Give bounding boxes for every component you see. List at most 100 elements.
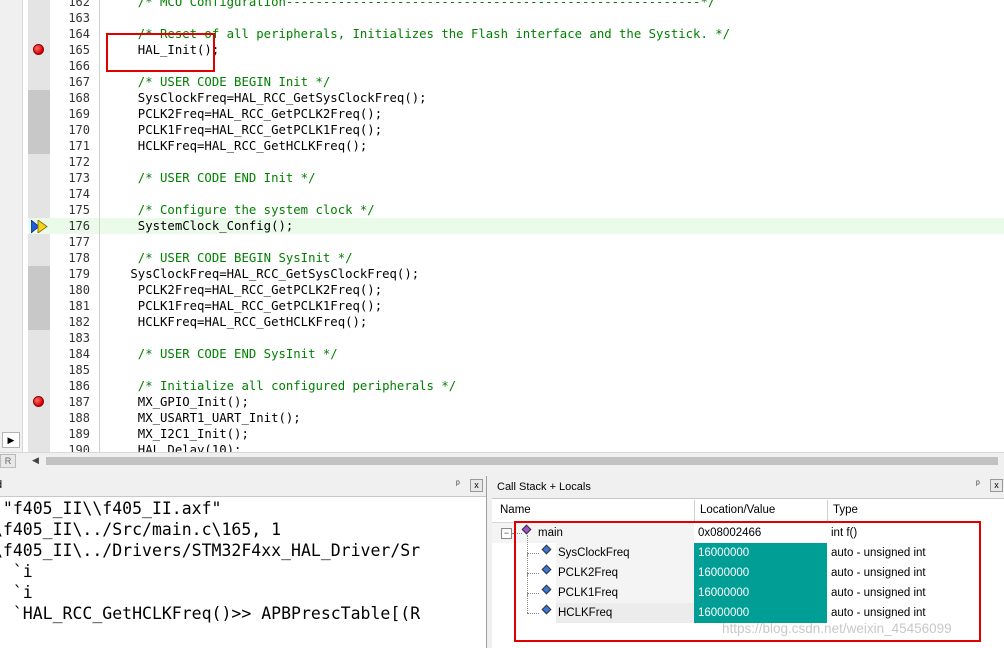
gutter-cell[interactable] <box>28 266 50 282</box>
gutter-cell[interactable] <box>28 426 50 442</box>
code-line[interactable]: 175 /* Configure the system clock */ <box>28 202 1004 218</box>
command-output-line: \f405_II\../Drivers/STM32F4xx_HAL_Driver… <box>0 541 421 560</box>
gutter-cell[interactable] <box>28 26 50 42</box>
code-line[interactable]: 171 HCLKFreq=HAL_RCC_GetHCLKFreq(); <box>28 138 1004 154</box>
gutter-cell[interactable] <box>28 0 50 10</box>
expand-panel-button[interactable]: ▶ <box>2 432 20 448</box>
gutter-cell[interactable] <box>28 378 50 394</box>
code-line[interactable]: 172 <box>28 154 1004 170</box>
pin-icon[interactable]: ᵖ <box>976 479 980 490</box>
line-number: 181 <box>68 299 90 313</box>
code-line[interactable]: 190 HAL_Delay(10); <box>28 442 1004 452</box>
code-line[interactable]: 181 PCLK1Freq=HAL_RCC_GetPCLK1Freq(); <box>28 298 1004 314</box>
command-output-line: \f405_II\../Src/main.c\165, 1 <box>0 520 282 539</box>
code-line[interactable]: 183 <box>28 330 1004 346</box>
command-window[interactable]: d ᵖ x "f405_II\\f405_II.axf" \f405_II\../… <box>0 476 487 648</box>
line-number: 162 <box>68 0 90 9</box>
line-number: 172 <box>68 155 90 169</box>
gutter-cell[interactable] <box>28 122 50 138</box>
code-line[interactable]: 174 <box>28 186 1004 202</box>
gutter-cell[interactable] <box>28 202 50 218</box>
code-line[interactable]: 167 /* USER CODE BEGIN Init */ <box>28 74 1004 90</box>
line-number: 167 <box>68 75 90 89</box>
code-line[interactable]: 185 <box>28 362 1004 378</box>
code-text: MX_I2C1_Init(); <box>123 427 249 441</box>
collapse-icon[interactable]: − <box>501 528 512 539</box>
gutter-cell[interactable] <box>28 74 50 90</box>
gutter-cell[interactable] <box>28 58 50 74</box>
command-output-line: , `HAL_RCC_GetHCLKFreq()>> APBPrescTable… <box>0 604 421 623</box>
code-comment: /* USER CODE BEGIN SysInit */ <box>123 251 353 265</box>
line-number: 184 <box>68 347 90 361</box>
pin-icon[interactable]: ᵖ <box>456 479 460 490</box>
gutter-cell[interactable] <box>28 106 50 122</box>
line-number: 169 <box>68 107 90 121</box>
code-line[interactable]: 187 MX_GPIO_Init(); <box>28 394 1004 410</box>
column-header-location[interactable]: Location/Value <box>700 504 775 516</box>
code-line[interactable]: 186 /* Initialize all configured periphe… <box>28 378 1004 394</box>
code-text: PCLK2Freq=HAL_RCC_GetPCLK2Freq(); <box>123 107 383 121</box>
code-line[interactable]: 163 <box>28 10 1004 26</box>
gutter-cell[interactable] <box>28 138 50 154</box>
line-number: 166 <box>68 59 90 73</box>
code-line[interactable]: 177 <box>28 234 1004 250</box>
breakpoint-icon[interactable] <box>33 396 44 407</box>
code-line[interactable]: 180 PCLK2Freq=HAL_RCC_GetPCLK2Freq(); <box>28 282 1004 298</box>
left-panel-edge <box>0 0 23 452</box>
call-stack-titlebar: Call Stack + Locals ᵖ x <box>492 476 1004 499</box>
line-number: 185 <box>68 363 90 377</box>
gutter-cell[interactable] <box>28 362 50 378</box>
gutter-cell[interactable] <box>28 154 50 170</box>
code-line[interactable]: 184 /* USER CODE END SysInit */ <box>28 346 1004 362</box>
column-header-name[interactable]: Name <box>500 504 531 516</box>
scroll-left-icon[interactable]: ◀ <box>32 455 39 466</box>
scrollbar-thumb[interactable] <box>46 457 998 465</box>
gutter-cell[interactable] <box>28 250 50 266</box>
code-editor[interactable]: ▶ 162 /* MCU Configuration--------------… <box>0 0 1004 452</box>
gutter-cell[interactable] <box>28 218 50 234</box>
line-number: 175 <box>68 203 90 217</box>
code-line[interactable]: 188 MX_USART1_UART_Init(); <box>28 410 1004 426</box>
code-line[interactable]: 176 SystemClock_Config(); <box>28 218 1004 234</box>
column-header-type[interactable]: Type <box>833 504 858 516</box>
gutter-cell[interactable] <box>28 90 50 106</box>
editor-horizontal-scrollbar[interactable]: ◀ <box>0 452 1004 469</box>
code-line[interactable]: 182 HCLKFreq=HAL_RCC_GetHCLKFreq(); <box>28 314 1004 330</box>
gutter-cell[interactable] <box>28 410 50 426</box>
code-line[interactable]: 170 PCLK1Freq=HAL_RCC_GetPCLK1Freq(); <box>28 122 1004 138</box>
gutter-cell[interactable] <box>28 42 50 58</box>
gutter-cell[interactable] <box>28 346 50 362</box>
gutter-cell[interactable] <box>28 394 50 410</box>
gutter-cell[interactable] <box>28 442 50 452</box>
line-number: 187 <box>68 395 90 409</box>
close-icon[interactable]: x <box>990 479 1003 492</box>
watermark: https://blog.csdn.net/weixin_45456099 <box>722 621 952 636</box>
code-line[interactable]: 169 PCLK2Freq=HAL_RCC_GetPCLK2Freq(); <box>28 106 1004 122</box>
gutter-cell[interactable] <box>28 170 50 186</box>
gutter-cell[interactable] <box>28 330 50 346</box>
scroll-right-icon: ▶ <box>7 435 15 445</box>
line-number: 165 <box>68 43 90 57</box>
code-line[interactable]: 179 SysClockFreq=HAL_RCC_GetSysClockFreq… <box>28 266 1004 282</box>
locals-table-header: Name Location/Value Type <box>492 500 962 523</box>
side-tab-r[interactable]: R <box>0 454 16 468</box>
code-line[interactable]: 178 /* USER CODE BEGIN SysInit */ <box>28 250 1004 266</box>
line-number: 173 <box>68 171 90 185</box>
breakpoint-icon[interactable] <box>33 44 44 55</box>
code-line[interactable]: 173 /* USER CODE END Init */ <box>28 170 1004 186</box>
code-line[interactable]: 189 MX_I2C1_Init(); <box>28 426 1004 442</box>
gutter-cell[interactable] <box>28 186 50 202</box>
gutter-cell[interactable] <box>28 10 50 26</box>
code-text: MX_USART1_UART_Init(); <box>123 411 301 425</box>
line-number: 174 <box>68 187 90 201</box>
code-line[interactable]: 162 /* MCU Configuration----------------… <box>28 0 1004 10</box>
close-icon[interactable]: x <box>470 479 483 492</box>
gutter-cell[interactable] <box>28 314 50 330</box>
gutter-cell[interactable] <box>28 282 50 298</box>
code-line[interactable]: 168 SysClockFreq=HAL_RCC_GetSysClockFreq… <box>28 90 1004 106</box>
code-text: PCLK2Freq=HAL_RCC_GetPCLK2Freq(); <box>123 283 383 297</box>
code-text: MX_GPIO_Init(); <box>123 395 249 409</box>
gutter-cell[interactable] <box>28 298 50 314</box>
command-output-line: , `i <box>0 583 33 602</box>
gutter-cell[interactable] <box>28 234 50 250</box>
